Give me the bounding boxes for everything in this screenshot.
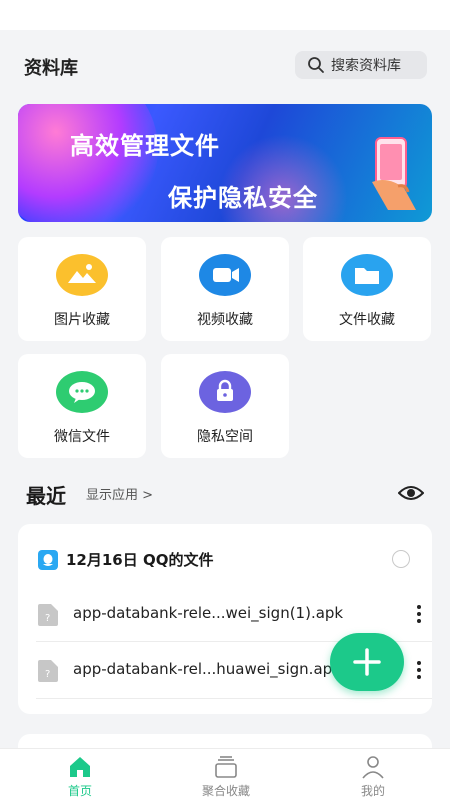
category-file-collection[interactable]: 文件收藏	[303, 237, 431, 341]
recent-header: 最近 显示应用 >	[0, 472, 450, 512]
tab-label: 聚合收藏	[201, 784, 250, 798]
plus-icon	[353, 648, 381, 676]
recent-title: 最近	[26, 484, 66, 508]
lock-icon	[199, 371, 251, 413]
category-label: 视频收藏	[197, 312, 253, 328]
category-label: 微信文件	[54, 429, 110, 445]
eye-icon[interactable]	[398, 484, 424, 502]
category-image-collection[interactable]: 图片收藏	[18, 237, 146, 341]
folder-icon	[341, 254, 393, 296]
recent-group-header: 12月16日 QQ的文件	[38, 549, 213, 570]
wechat-icon	[56, 371, 108, 413]
search-icon	[308, 57, 324, 73]
add-button[interactable]	[330, 633, 404, 691]
banner-headline: 高效管理文件	[70, 132, 220, 160]
tab-home[interactable]: 首页	[25, 749, 135, 800]
svg-text:?: ?	[45, 613, 50, 624]
select-group-radio[interactable]	[392, 550, 410, 568]
unknown-file-icon: ?	[38, 604, 58, 626]
unknown-file-icon: ?	[38, 660, 58, 682]
tab-label: 首页	[67, 784, 92, 798]
tab-label: 我的	[360, 784, 385, 798]
category-label: 图片收藏	[54, 312, 110, 328]
recent-group-title: 12月16日 QQ的文件	[66, 551, 214, 569]
home-icon	[70, 757, 90, 777]
divider	[36, 698, 432, 699]
category-private-space[interactable]: 隐私空间	[161, 354, 289, 458]
category-video-collection[interactable]: 视频收藏	[161, 237, 289, 341]
profile-icon	[362, 756, 384, 779]
status-bar	[0, 0, 450, 30]
search-button[interactable]: 搜索资料库	[295, 51, 427, 79]
category-label: 隐私空间	[197, 429, 253, 445]
more-options-icon[interactable]	[412, 602, 426, 626]
page-title: 资料库	[24, 58, 78, 79]
banner-decoration	[18, 104, 158, 222]
category-wechat-files[interactable]: 微信文件	[18, 354, 146, 458]
search-label: 搜索资料库	[331, 58, 401, 74]
phone-illustration-icon	[372, 137, 416, 210]
header: 资料库 搜索资料库	[0, 30, 450, 100]
more-options-icon[interactable]	[412, 658, 426, 682]
tab-collections[interactable]: 聚合收藏	[171, 749, 281, 800]
qq-icon	[38, 549, 58, 570]
svg-text:?: ?	[45, 669, 50, 680]
image-icon	[56, 254, 108, 296]
file-name: app-databank-rel...huawei_sign.apk	[73, 660, 341, 678]
promo-banner[interactable]: 高效管理文件 保护隐私安全	[18, 104, 432, 222]
show-apps-link[interactable]: 显示应用 >	[86, 484, 153, 503]
collection-icon	[215, 756, 237, 778]
tab-profile[interactable]: 我的	[318, 749, 428, 800]
video-icon	[199, 254, 251, 296]
category-label: 文件收藏	[339, 312, 395, 328]
bottom-nav: 首页 聚合收藏 我的	[0, 748, 450, 800]
banner-subheadline: 保护隐私安全	[168, 184, 318, 212]
file-name: app-databank-rele...wei_sign(1).apk	[73, 604, 344, 622]
